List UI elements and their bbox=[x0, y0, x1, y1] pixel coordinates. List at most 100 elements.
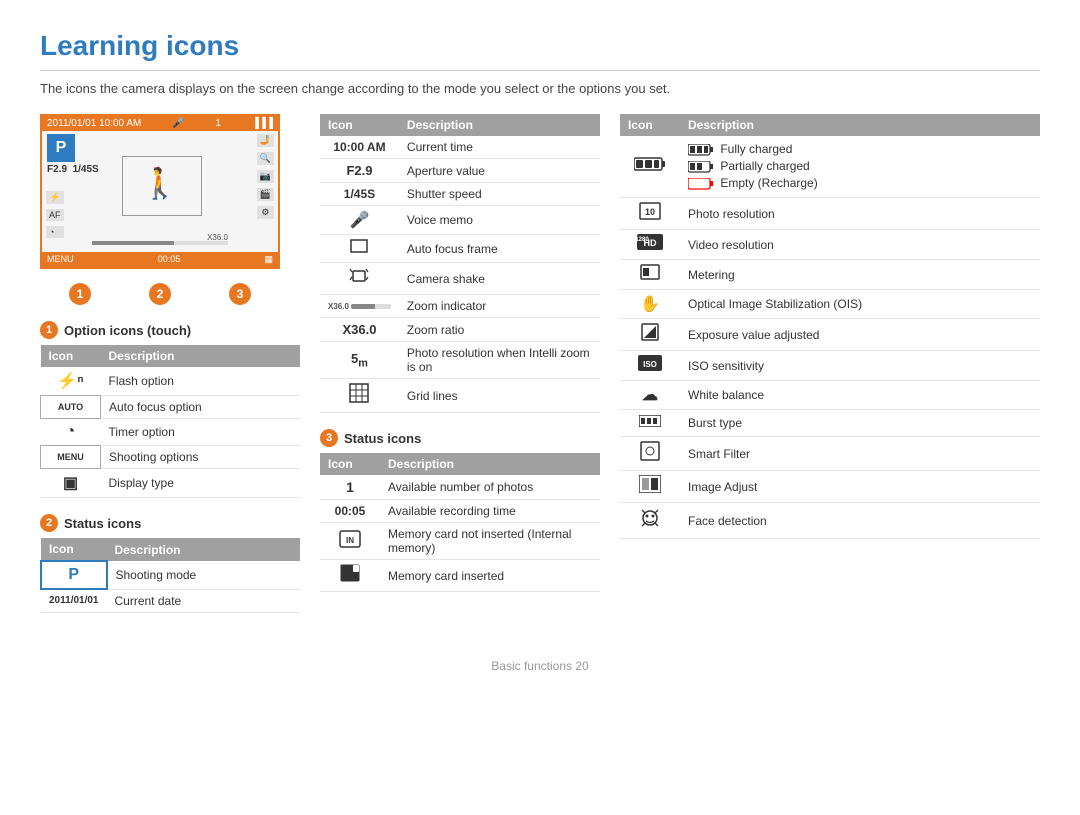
icon-cell bbox=[620, 503, 680, 539]
battery-empty-label: Empty (Recharge) bbox=[720, 176, 817, 190]
section2-left-header: 2 Status icons bbox=[40, 514, 300, 532]
battery-partial-label: Partially charged bbox=[720, 159, 809, 173]
section2-left-col-desc: Description bbox=[107, 538, 301, 561]
desc-cell: Camera shake bbox=[399, 263, 600, 295]
internal-memory-icon: IN bbox=[339, 530, 361, 548]
section2-left-table: Icon Description P Shooting mode 2011/01… bbox=[40, 538, 300, 613]
section3-title: Status icons bbox=[344, 431, 421, 446]
image-adjust-icon bbox=[639, 475, 661, 493]
icon-cell: 10:00 AM bbox=[320, 136, 399, 159]
desc-cell: ISO sensitivity bbox=[680, 351, 1040, 381]
desc-cell: Exposure value adjusted bbox=[680, 319, 1040, 351]
section-right-table: Icon Description bbox=[620, 114, 1040, 539]
section3-table: Icon Description 1 Available number of p… bbox=[320, 453, 600, 592]
table-row: Exposure value adjusted bbox=[620, 319, 1040, 351]
battery-full-label: Fully charged bbox=[720, 142, 792, 156]
icon-cell: AUTO bbox=[41, 396, 101, 419]
icon-cell: ⚡ⁿ bbox=[41, 367, 101, 396]
section2-left-title: Status icons bbox=[64, 516, 141, 531]
focus-frame-icon bbox=[350, 239, 368, 253]
svg-text:10: 10 bbox=[645, 207, 655, 217]
desc-cell: Voice memo bbox=[399, 206, 600, 235]
battery-icon-cell bbox=[620, 136, 680, 198]
section3-col-desc: Description bbox=[380, 453, 600, 475]
icon-cell bbox=[620, 410, 680, 437]
camera-icon-3: 📷 bbox=[257, 170, 274, 183]
section2-mid-table: Icon Description 10:00 AM Current time F… bbox=[320, 114, 600, 413]
table-row: 10 Photo resolution bbox=[620, 198, 1040, 230]
table-row: P Shooting mode bbox=[41, 561, 300, 589]
numbered-badges: 1 2 3 bbox=[40, 283, 280, 305]
icon-cell: ▣ bbox=[41, 469, 101, 498]
smart-filter-icon bbox=[640, 441, 660, 461]
table-row: 1 Available number of photos bbox=[320, 475, 600, 500]
table-row: Face detection bbox=[620, 503, 1040, 539]
section1-header: 1 Option icons (touch) bbox=[40, 321, 300, 339]
table-row: X36.0 Zoom ratio bbox=[320, 318, 600, 342]
metering-icon bbox=[640, 264, 660, 280]
burst-type-icon bbox=[639, 415, 661, 427]
icon-cell bbox=[620, 319, 680, 351]
icon-cell: 5m bbox=[320, 342, 399, 379]
icon-cell: 2011/01/01 bbox=[41, 589, 107, 612]
icon-cell: X36.0 bbox=[320, 318, 399, 342]
section1-col-desc: Description bbox=[101, 345, 301, 367]
icon-cell: HD 1280 bbox=[620, 230, 680, 260]
camera-left-icon-1: ⚡ bbox=[46, 191, 64, 204]
camera-datetime: 2011/01/01 10:00 AM bbox=[47, 118, 141, 129]
desc-cell: Zoom ratio bbox=[399, 318, 600, 342]
section2-badge: 2 bbox=[40, 514, 58, 532]
icon-cell: 1/45S bbox=[320, 183, 399, 206]
icon-cell: 00:05 bbox=[320, 500, 380, 523]
photo-res-icon: 10 bbox=[639, 202, 661, 220]
svg-text:1280: 1280 bbox=[637, 237, 649, 243]
battery-partial-svg bbox=[688, 161, 714, 173]
desc-cell: Auto focus option bbox=[101, 396, 301, 419]
svg-text:IN: IN bbox=[346, 536, 354, 545]
table-row: ◔ Timer option bbox=[41, 419, 301, 446]
camera-left-icons: ⚡ AF ◔ bbox=[46, 191, 64, 238]
battery-desc-cell: Fully charged Partially charged bbox=[680, 136, 1040, 198]
desc-cell: Image Adjust bbox=[680, 471, 1040, 503]
table-row: Image Adjust bbox=[620, 471, 1040, 503]
camera-battery-icon: ▐▐▐ bbox=[252, 118, 273, 129]
section3-header: 3 Status icons bbox=[320, 429, 600, 447]
table-row: 5m Photo resolution when Intelli zoom is… bbox=[320, 342, 600, 379]
right-col-desc: Description bbox=[680, 114, 1040, 136]
badge-1: 1 bbox=[69, 283, 91, 305]
desc-cell: Zoom indicator bbox=[399, 295, 600, 318]
camera-remaining: 1 bbox=[215, 118, 221, 129]
table-row: X36.0 Zoom indicator bbox=[320, 295, 600, 318]
table-row: Burst type bbox=[620, 410, 1040, 437]
icon-cell: 🎤 bbox=[320, 206, 399, 235]
icon-cell: ISO bbox=[620, 351, 680, 381]
footer-text: Basic functions 20 bbox=[491, 659, 588, 673]
icon-cell bbox=[320, 235, 399, 263]
section1-badge: 1 bbox=[40, 321, 58, 339]
table-row: AUTO Auto focus option bbox=[41, 396, 301, 419]
table-row: Auto focus frame bbox=[320, 235, 600, 263]
camera-zoom-fill bbox=[92, 241, 174, 245]
camera-aperture: F2.9 bbox=[47, 164, 67, 175]
section1-col-icon: Icon bbox=[41, 345, 101, 367]
table-row: ▣ Display type bbox=[41, 469, 301, 498]
desc-cell: Photo resolution when Intelli zoom is on bbox=[399, 342, 600, 379]
table-row: Grid lines bbox=[320, 379, 600, 413]
desc-cell: Memory card inserted bbox=[380, 560, 600, 592]
icon-cell: 10 bbox=[620, 198, 680, 230]
camera-icon-2: 🔍 bbox=[257, 152, 274, 165]
desc-cell: Available recording time bbox=[380, 500, 600, 523]
section1-title: Option icons (touch) bbox=[64, 323, 191, 338]
desc-cell: Current time bbox=[399, 136, 600, 159]
icon-cell: X36.0 bbox=[320, 295, 399, 318]
camera-icon-5: ⚙ bbox=[257, 206, 274, 219]
camera-grid-icon: ▦ bbox=[264, 254, 273, 265]
badge-3: 3 bbox=[229, 283, 251, 305]
camera-left-icon-2: AF bbox=[46, 209, 64, 221]
table-row: ✋ Optical Image Stabilization (OIS) bbox=[620, 290, 1040, 319]
battery-full-icon bbox=[634, 157, 666, 171]
camera-icon-1: 🤳 bbox=[257, 134, 274, 147]
camera-top-bar: 2011/01/01 10:00 AM 🎤 1 ▐▐▐ bbox=[42, 116, 278, 131]
desc-cell: Metering bbox=[680, 260, 1040, 290]
desc-cell: Burst type bbox=[680, 410, 1040, 437]
